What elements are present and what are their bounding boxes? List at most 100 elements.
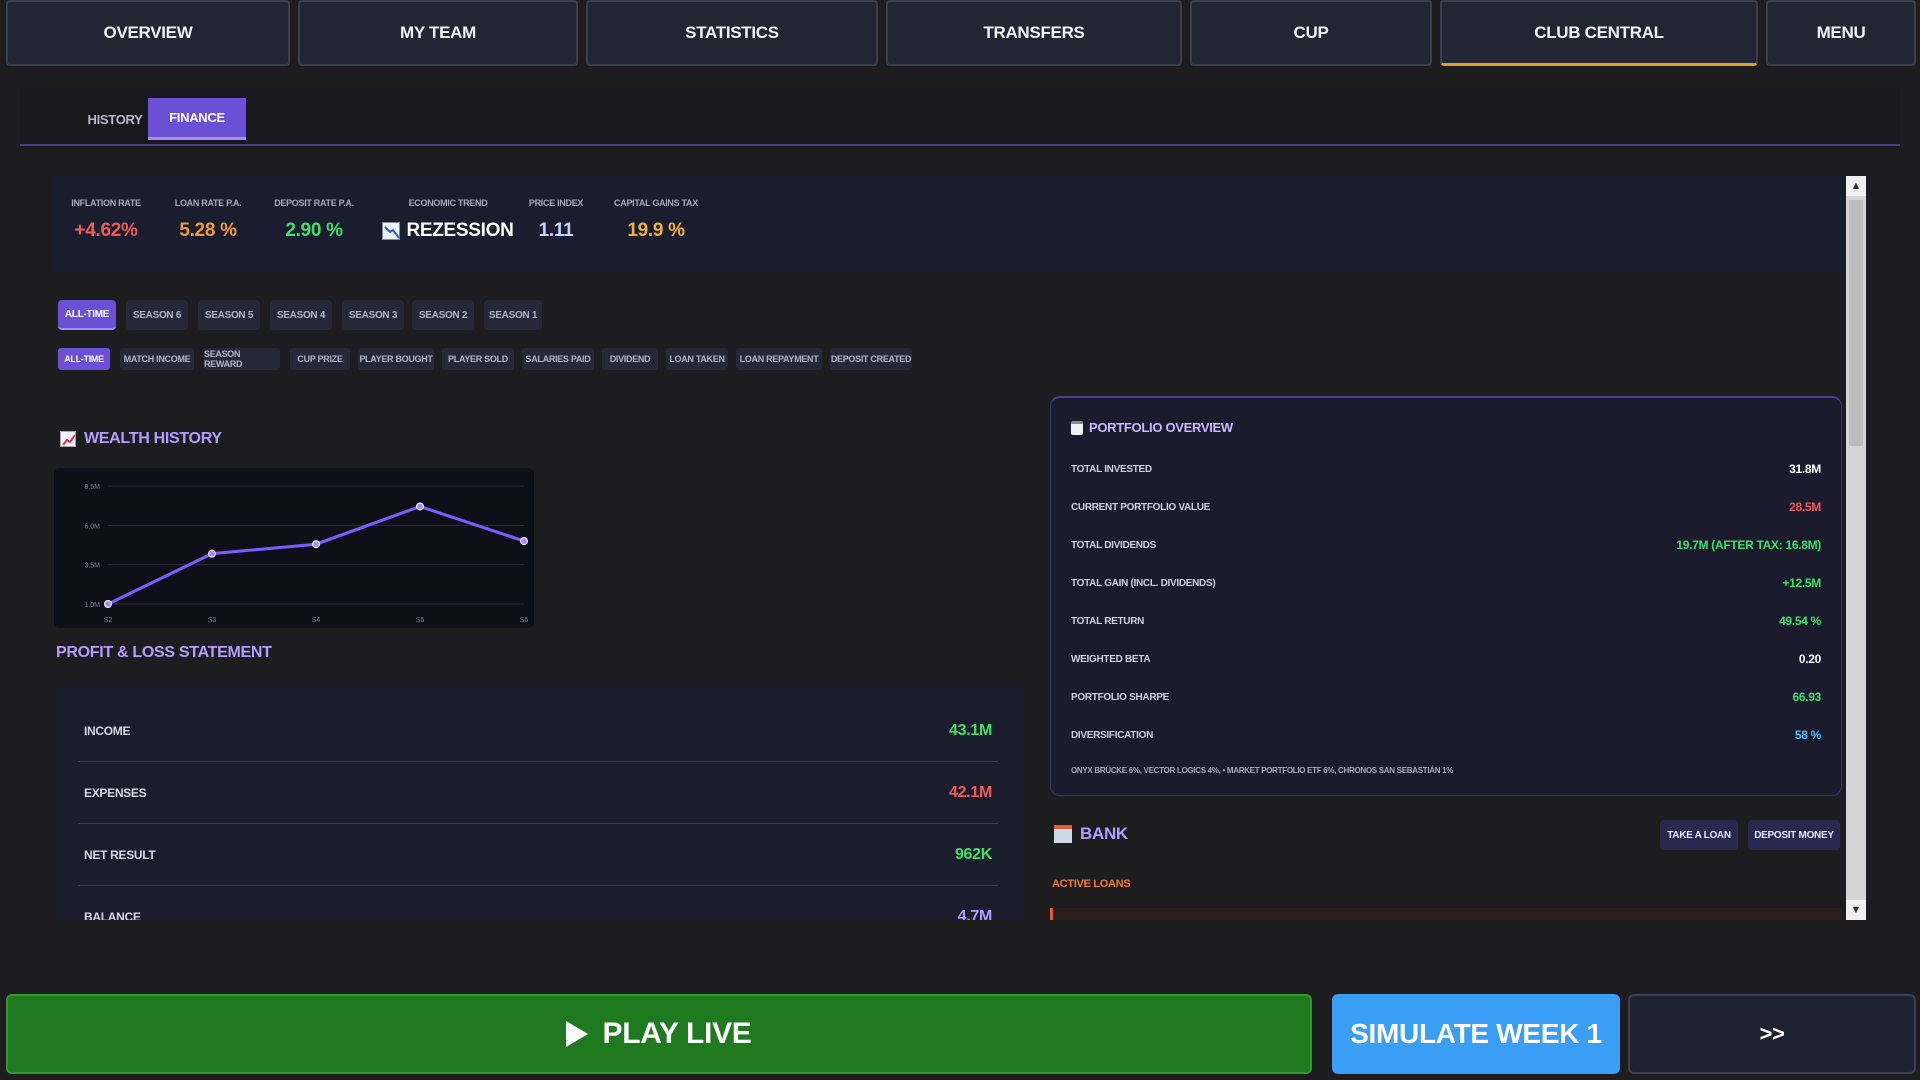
pf-label: WEIGHTED BETA: [1071, 653, 1151, 665]
wealth-chart: 1.0M 3.5M 6.0M 8.5M S2 S3 S4 S5 S6: [54, 468, 534, 628]
type-filter-player-bought[interactable]: PLAYER BOUGHT: [358, 348, 434, 370]
nav-club-central[interactable]: CLUB CENTRAL: [1440, 0, 1758, 66]
pf-row-total-invested: TOTAL INVESTED 31.8M: [1071, 462, 1821, 476]
take-loan-button[interactable]: TAKE A LOAN: [1660, 820, 1738, 850]
loan-rate-stat: LOAN RATE P.A. 5.28 %: [164, 198, 252, 242]
economy-bar: INFLATION RATE +4.62% LOAN RATE P.A. 5.2…: [52, 176, 1842, 272]
subtab-bar: HISTORY FINANCE: [20, 88, 1900, 146]
x-tick-label: S4: [312, 617, 321, 624]
x-tick-label: S3: [208, 617, 217, 624]
cgt-label: CAPITAL GAINS TAX: [614, 198, 698, 208]
x-tick-label: S6: [520, 617, 529, 624]
inflation-stat: INFLATION RATE +4.62%: [66, 198, 146, 242]
trend-value-wrap: REZESSION: [378, 220, 518, 242]
loan-rate-value: 5.28 %: [179, 220, 237, 241]
nav-my-team[interactable]: MY TEAM: [298, 0, 578, 66]
season-filter-3[interactable]: SEASON 3: [342, 300, 404, 330]
pf-value: +12.5M: [1782, 576, 1821, 590]
season-filter-all-time[interactable]: ALL-TIME: [58, 300, 116, 330]
trend-value: REZESSION: [406, 220, 514, 241]
x-tick-label: S5: [416, 617, 425, 624]
season-filter-5[interactable]: SEASON 5: [198, 300, 260, 330]
expenses-value: 42.1M: [949, 783, 992, 801]
pf-row-total-gain: TOTAL GAIN (INCL. DIVIDENDS) +12.5M: [1071, 576, 1821, 590]
type-filter-match-income[interactable]: MATCH INCOME: [120, 348, 194, 370]
bank-building-icon: [1054, 825, 1072, 843]
pf-value: 58 %: [1794, 728, 1821, 742]
trend-label: ECONOMIC TREND: [408, 198, 488, 208]
pf-label: TOTAL GAIN (INCL. DIVIDENDS): [1071, 577, 1216, 589]
play-icon: [566, 1021, 589, 1047]
pf-value: 19.7M (AFTER TAX: 16.8M): [1676, 538, 1821, 552]
play-live-button[interactable]: PLAY LIVE: [6, 994, 1312, 1074]
price-index-value: 1.11: [538, 220, 574, 241]
season-filter-4[interactable]: SEASON 4: [270, 300, 332, 330]
type-filter-season-reward[interactable]: SEASON REWARD: [204, 348, 280, 370]
nav-menu[interactable]: MENU: [1766, 0, 1916, 66]
nav-overview[interactable]: OVERVIEW: [6, 0, 290, 66]
income-value: 43.1M: [949, 721, 992, 739]
scrollbar[interactable]: ▲ ▼: [1846, 176, 1866, 920]
type-filter-player-sold[interactable]: PLAYER SOLD: [442, 348, 514, 370]
pf-label: DIVERSIFICATION: [1071, 729, 1153, 741]
x-tick-label: S2: [104, 617, 113, 624]
wealth-history-heading: WEALTH HISTORY: [60, 430, 222, 448]
deposit-rate-stat: DEPOSIT RATE P.A. 2.90 %: [264, 198, 364, 242]
pf-row-total-dividends: TOTAL DIVIDENDS 19.7M (AFTER TAX: 16.8M): [1071, 538, 1821, 552]
type-filter-dividend[interactable]: DIVIDEND: [602, 348, 658, 370]
wealth-data-point[interactable]: [312, 540, 320, 549]
nav-cup[interactable]: CUP: [1190, 0, 1432, 66]
active-loans-label: ACTIVE LOANS: [1052, 878, 1131, 890]
season-filter-6[interactable]: SEASON 6: [126, 300, 188, 330]
deposit-money-button[interactable]: DEPOSIT MONEY: [1748, 820, 1840, 850]
season-filter-1[interactable]: SEASON 1: [484, 300, 542, 330]
top-navigation: OVERVIEW MY TEAM STATISTICS TRANSFERS CU…: [0, 0, 1920, 66]
wealth-history-title: WEALTH HISTORY: [84, 430, 222, 447]
cgt-stat: CAPITAL GAINS TAX 19.9 %: [606, 198, 706, 242]
simulate-week-button[interactable]: SIMULATE WEEK 1: [1332, 994, 1620, 1074]
season-filter-2[interactable]: SEASON 2: [412, 300, 474, 330]
pf-row-sharpe: PORTFOLIO SHARPE 66.93: [1071, 690, 1821, 704]
pf-label: PORTFOLIO SHARPE: [1071, 691, 1169, 703]
deposit-rate-value: 2.90 %: [285, 220, 343, 241]
wealth-data-point[interactable]: [208, 549, 216, 558]
income-label: INCOME: [84, 723, 131, 738]
type-filter-all-time[interactable]: ALL-TIME: [58, 348, 110, 370]
nav-statistics[interactable]: STATISTICS: [586, 0, 878, 66]
scroll-up-arrow-icon[interactable]: ▲: [1846, 176, 1866, 196]
nav-transfers[interactable]: TRANSFERS: [886, 0, 1182, 66]
y-tick-label: 8.5M: [84, 484, 100, 491]
pl-row-expenses: EXPENSES 42.1M: [78, 762, 998, 824]
pf-value: 0.20: [1798, 652, 1821, 666]
balance-label: BALANCE: [84, 910, 141, 920]
portfolio-footer: ONYX BRÜCKE 6%, VECTOR LOGICS 4%, • MARK…: [1071, 766, 1454, 775]
pf-value: 31.8M: [1789, 462, 1821, 476]
pf-label: CURRENT PORTFOLIO VALUE: [1071, 501, 1211, 513]
type-filter-salaries-paid[interactable]: SALARIES PAID: [522, 348, 594, 370]
chart-down-icon: [382, 222, 401, 240]
play-live-label: PLAY LIVE: [602, 1017, 752, 1050]
deposit-rate-label: DEPOSIT RATE P.A.: [274, 198, 354, 208]
skip-forward-button[interactable]: >>: [1628, 994, 1916, 1074]
y-tick-label: 6.0M: [84, 523, 100, 530]
type-filter-loan-taken[interactable]: LOAN TAKEN: [666, 348, 728, 370]
type-filter-cup-prize[interactable]: CUP PRIZE: [290, 348, 350, 370]
expenses-label: EXPENSES: [84, 785, 147, 800]
inflation-label: INFLATION RATE: [71, 198, 141, 208]
type-filter-loan-repayment[interactable]: LOAN REPAYMENT: [736, 348, 822, 370]
pl-row-balance: BALANCE 4.7M: [78, 886, 998, 920]
pf-value: 28.5M: [1789, 500, 1821, 514]
y-tick-label: 1.0M: [84, 602, 100, 609]
wealth-data-point[interactable]: [416, 502, 424, 511]
scroll-down-arrow-icon[interactable]: ▼: [1846, 900, 1866, 920]
portfolio-overview: PORTFOLIO OVERVIEW TOTAL INVESTED 31.8M …: [1050, 396, 1842, 796]
inflation-value: +4.62%: [74, 220, 138, 241]
type-filter-deposit-created[interactable]: DEPOSIT CREATED: [830, 348, 912, 370]
scrollbar-thumb[interactable]: [1849, 200, 1863, 446]
wealth-data-point[interactable]: [104, 600, 112, 608]
wealth-chart-svg: 1.0M 3.5M 6.0M 8.5M S2 S3 S4 S5 S6: [84, 484, 529, 624]
tab-finance[interactable]: FINANCE: [148, 98, 246, 140]
wealth-data-point[interactable]: [520, 537, 528, 546]
trend-stat: ECONOMIC TREND REZESSION: [378, 198, 518, 242]
chart-up-icon: [60, 431, 76, 447]
